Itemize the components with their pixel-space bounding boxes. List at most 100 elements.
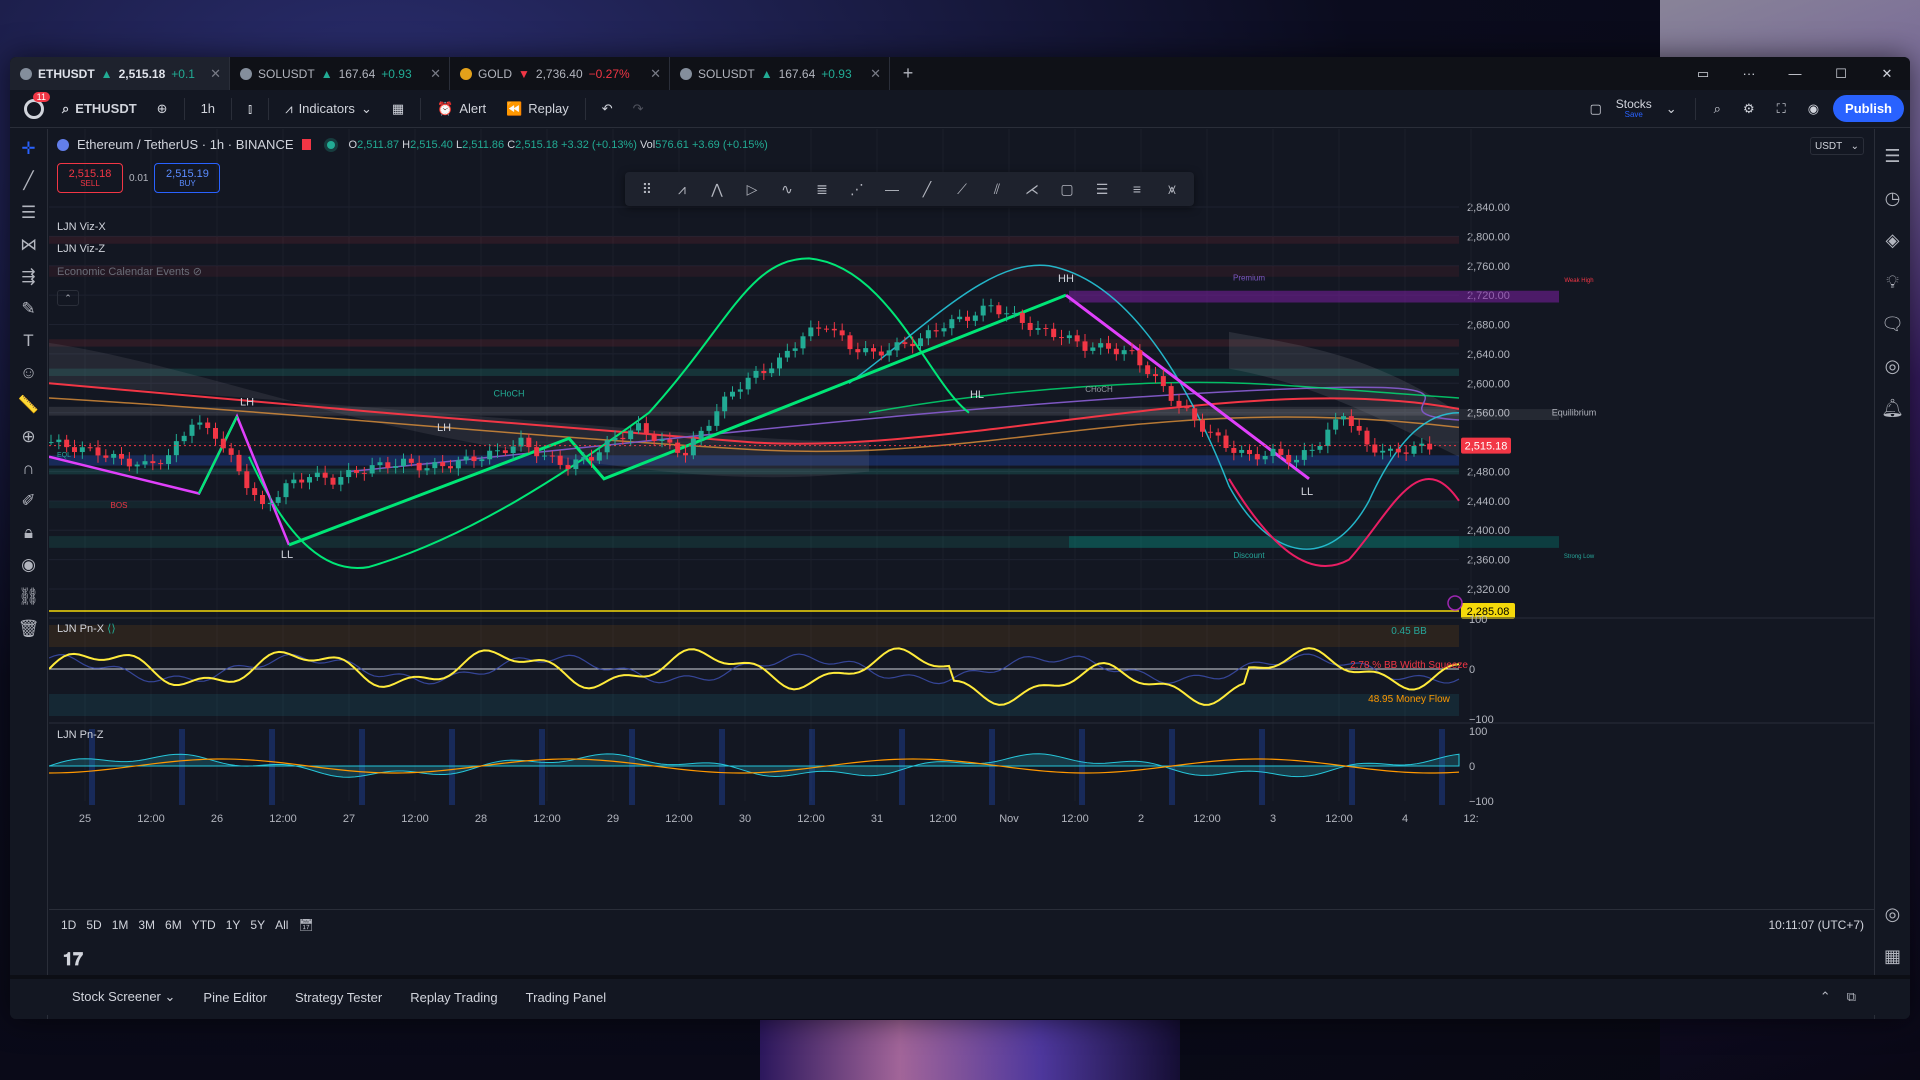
fib-channel-icon[interactable]: ☰ <box>1086 175 1118 203</box>
tab-strategy-tester[interactable]: Strategy Tester <box>295 990 382 1005</box>
range-ytd[interactable]: YTD <box>192 918 216 932</box>
indicator-viz-x[interactable]: LJN Viz-X <box>57 221 106 233</box>
gann-icon[interactable]: ≡ <box>1121 175 1153 203</box>
redo-button[interactable]: ↷ <box>625 97 652 121</box>
crosshair-icon[interactable]: ✛ <box>14 133 44 165</box>
user-menu-button[interactable]: 11 <box>18 91 50 123</box>
trash-icon[interactable]: 🗑︎ <box>14 613 44 645</box>
watchlist-icon[interactable]: ☰ <box>1878 135 1908 177</box>
chart-canvas[interactable]: 2,840.002,800.002,760.002,720.002,680.00… <box>49 129 1874 979</box>
fullscreen-button[interactable]: ⛶ <box>1769 97 1794 121</box>
eye-icon[interactable]: ◉ <box>14 549 44 581</box>
chevron-down-icon[interactable]: ⌄ <box>361 101 372 117</box>
range-5y[interactable]: 5Y <box>250 918 265 932</box>
chart-title[interactable]: Ethereum / TetherUS · 1h · BINANCE <box>77 137 294 152</box>
chart-area[interactable]: 2,840.002,800.002,760.002,720.002,680.00… <box>49 129 1874 979</box>
snapshot-button[interactable]: ◉ <box>1800 97 1827 121</box>
tab-solusdt-2[interactable]: SOLUSDT ▲ 167.64 +0.93 ✕ <box>670 57 890 90</box>
add-tab-icon[interactable]: + <box>890 57 926 90</box>
replay-button[interactable]: ⏪ Replay <box>498 97 577 121</box>
target-icon[interactable]: ◎ <box>1878 893 1908 935</box>
pattern-icon[interactable]: ⋈ <box>14 229 44 261</box>
alert-button[interactable]: ⏰ Alert <box>429 97 494 121</box>
emoji-icon[interactable]: ☺ <box>14 357 44 389</box>
chart-type-button[interactable]: ⫾ <box>240 97 260 121</box>
lightbulb-icon[interactable]: 💡︎ <box>1878 261 1908 303</box>
link-icon[interactable]: ⛓ <box>14 581 44 613</box>
horizontal-line-icon[interactable]: ― <box>876 175 908 203</box>
brush-icon[interactable]: ✎ <box>14 293 44 325</box>
pane-pnz-label[interactable]: LJN Pn-Z <box>57 729 103 741</box>
close-icon[interactable]: ✕ <box>870 66 881 82</box>
goto-date-icon[interactable]: 📅︎ <box>298 918 313 932</box>
indicators-button[interactable]: ⩘ Indicators ⌄ <box>277 97 380 121</box>
fib-fan-icon[interactable]: ⋰ <box>841 175 873 203</box>
layout-menu-button[interactable]: ⌄ <box>1658 97 1685 121</box>
chevron-up-icon[interactable]: ⌃ <box>1820 989 1831 1005</box>
chat-icon[interactable]: 🗨︎ <box>1878 303 1908 345</box>
minimize-icon[interactable]: — <box>1772 66 1818 81</box>
range-1m[interactable]: 1M <box>112 918 129 932</box>
monitor-icon[interactable]: ▭ <box>1680 66 1726 82</box>
forecast-icon[interactable]: ⇶ <box>14 261 44 293</box>
tab-replay-trading[interactable]: Replay Trading <box>410 990 497 1005</box>
settings-button[interactable]: ⚙ <box>1735 97 1763 121</box>
xabcd-pattern-icon[interactable]: ⩙ <box>1156 175 1188 203</box>
layers-icon[interactable]: ◈ <box>1878 219 1908 261</box>
lock-icon[interactable]: 🔒︎ <box>14 517 44 549</box>
bell-icon[interactable]: 🔔︎ <box>1878 387 1908 429</box>
tab-solusdt[interactable]: SOLUSDT ▲ 167.64 +0.93 ✕ <box>230 57 450 90</box>
currency-select[interactable]: USDT ⌄ <box>1810 137 1864 155</box>
indicator-economic-calendar[interactable]: Economic Calendar Events ⊘ <box>57 265 202 278</box>
head-shoulders-icon[interactable]: ⋀ <box>701 175 733 203</box>
indicator-viz-z[interactable]: LJN Viz-Z <box>57 243 105 255</box>
undo-button[interactable]: ↶ <box>594 97 621 121</box>
pane-pnx-label[interactable]: LJN Pn-X ⟨⟩ <box>57 622 116 635</box>
sell-button[interactable]: 2,515.18 SELL <box>57 163 123 193</box>
restore-icon[interactable]: ⧉ <box>1847 989 1856 1005</box>
quick-search-button[interactable]: ⌕ <box>1706 97 1729 121</box>
text-icon[interactable]: T <box>14 325 44 357</box>
extended-line-icon[interactable]: ⟋ <box>946 175 978 203</box>
eye-hidden-icon[interactable]: ⊘ <box>193 266 202 278</box>
interval-button[interactable]: 1h <box>193 97 223 120</box>
tab-trading-panel[interactable]: Trading Panel <box>526 990 606 1005</box>
range-all[interactable]: All <box>275 918 288 932</box>
tradingview-logo[interactable]: 𝟏𝟕 <box>63 949 83 970</box>
magnet-icon[interactable]: ∩ <box>14 453 44 485</box>
close-icon[interactable]: ✕ <box>650 66 661 82</box>
broadcast-icon[interactable]: ◎ <box>1878 345 1908 387</box>
tab-stock-screener[interactable]: Stock Screener ⌄ <box>72 989 175 1005</box>
range-3m[interactable]: 3M <box>138 918 155 932</box>
trend-line-icon[interactable]: ╱ <box>14 165 44 197</box>
more-icon[interactable]: ··· <box>1726 66 1772 81</box>
buy-button[interactable]: 2,515.19 BUY <box>154 163 221 193</box>
abcd-pattern-icon[interactable]: ⩘ <box>666 175 698 203</box>
close-icon[interactable]: ✕ <box>210 66 221 82</box>
range-6m[interactable]: 6M <box>165 918 182 932</box>
clock[interactable]: 10:11:07 (UTC+7) <box>1769 918 1865 932</box>
layout-name[interactable]: Stocks Save <box>1616 98 1652 119</box>
drag-handle-icon[interactable]: ⠿ <box>631 175 663 203</box>
tab-ethusdt[interactable]: ETHUSDT ▲ 2,515.18 +0.1 ✕ <box>10 57 230 90</box>
fib-retracement-icon[interactable]: ≣ <box>806 175 838 203</box>
parallel-channel-icon[interactable]: ⫽ <box>981 175 1013 203</box>
tab-gold[interactable]: GOLD ▼ 2,736.40 −0.27% ✕ <box>450 57 670 90</box>
ray-icon[interactable]: ╱ <box>911 175 943 203</box>
maximize-icon[interactable]: ☐ <box>1818 66 1864 82</box>
tab-pine-editor[interactable]: Pine Editor <box>203 990 267 1005</box>
flag-icon[interactable] <box>301 139 311 150</box>
compare-button[interactable]: ⊕ <box>149 97 176 121</box>
publish-button[interactable]: Publish <box>1833 95 1904 122</box>
collapse-legend-icon[interactable]: ⌃ <box>57 290 79 306</box>
close-icon[interactable]: ✕ <box>430 66 441 82</box>
range-1y[interactable]: 1Y <box>226 918 241 932</box>
elliott-wave-icon[interactable]: ∿ <box>771 175 803 203</box>
clock-icon[interactable]: ◷ <box>1878 177 1908 219</box>
templates-button[interactable]: ▦ <box>384 97 412 121</box>
ruler-icon[interactable]: 📏 <box>14 389 44 421</box>
order-qty[interactable]: 0.01 <box>129 173 148 184</box>
close-window-icon[interactable]: ✕ <box>1864 66 1910 82</box>
range-1d[interactable]: 1D <box>61 918 76 932</box>
zoom-in-icon[interactable]: ⊕ <box>14 421 44 453</box>
